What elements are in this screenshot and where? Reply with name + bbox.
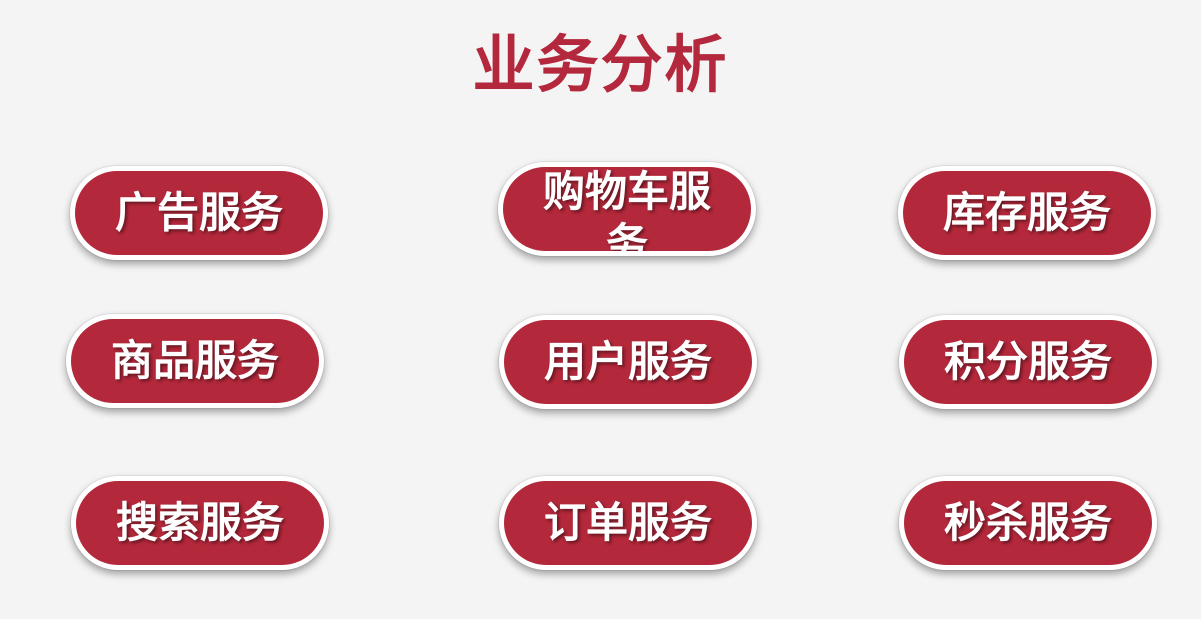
- service-label: 搜索服务: [115, 498, 284, 547]
- service-button-cart[interactable]: 购物车服务: [498, 162, 756, 256]
- service-label: 商品服务: [110, 336, 279, 385]
- service-button-inventory[interactable]: 库存服务: [898, 166, 1156, 260]
- service-label: 广告服务: [114, 188, 283, 237]
- service-button-order[interactable]: 订单服务: [499, 476, 757, 570]
- service-label: 用户服务: [543, 337, 712, 386]
- service-label: 秒杀服务: [943, 498, 1112, 547]
- service-button-product[interactable]: 商品服务: [66, 314, 324, 408]
- service-button-points[interactable]: 积分服务: [899, 315, 1157, 409]
- service-label: 积分服务: [943, 337, 1112, 386]
- service-button-search[interactable]: 搜索服务: [71, 476, 329, 570]
- service-button-user[interactable]: 用户服务: [499, 315, 757, 409]
- service-label: 订单服务: [543, 498, 712, 547]
- page-title: 业务分析: [472, 28, 729, 101]
- service-label: 购物车服务: [542, 167, 711, 256]
- service-button-flash-sale[interactable]: 秒杀服务: [899, 476, 1157, 570]
- service-button-ad[interactable]: 广告服务: [70, 166, 328, 260]
- service-label: 库存服务: [942, 188, 1111, 237]
